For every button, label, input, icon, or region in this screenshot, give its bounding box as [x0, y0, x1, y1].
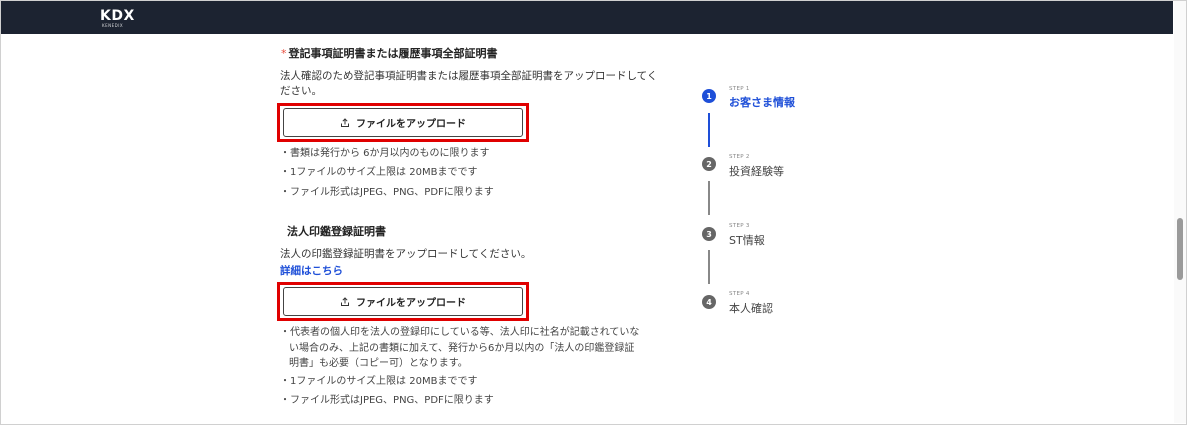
section2-note-line2: い場合のみ、上記の書類に加えて、発行から6か月以内の「法人の印鑑登録証	[289, 342, 635, 354]
kdx-logo[interactable]: KDX	[100, 9, 135, 23]
kdx-logo-sub: KENEDIX	[102, 23, 124, 28]
step3-connector	[708, 250, 710, 284]
section2-upload-label: ファイルをアップロード	[356, 298, 466, 309]
section2-description: 法人の印鑑登録証明書をアップロードしてください。	[280, 248, 532, 260]
step4-circle: 4	[702, 295, 716, 309]
section2-upload-highlight: ファイルをアップロード	[277, 282, 529, 321]
step4-small: STEP 4	[729, 291, 750, 297]
section2-note-line3: 明書」も必要（コピー可）となります。	[289, 358, 468, 369]
step1-circle: 1	[702, 89, 716, 103]
section2-note-line1: ・代表者の個人印を法人の登録印にしている等、法人印に社名が記載されていな	[280, 327, 640, 338]
step2-circle: 2	[702, 157, 716, 171]
section2-upload-button[interactable]: ファイルをアップロード	[283, 287, 523, 316]
section1-title: * 登記事項証明書または履歴事項全部証明書	[281, 45, 498, 61]
section1-desc-line1: 法人確認のため登記事項証明書または履歴事項全部証明書をアップロードしてく	[280, 70, 658, 82]
upload-icon	[341, 117, 349, 127]
step2-small: STEP 2	[729, 154, 750, 160]
scrollbar-thumb[interactable]	[1177, 218, 1183, 280]
step2-label: 投資経験等	[729, 165, 784, 178]
step1-small: STEP 1	[729, 86, 750, 92]
step3-small: STEP 3	[729, 223, 750, 229]
section1-bullet-3: ・ファイル形式はJPEG、PNG、PDFに限ります	[280, 187, 494, 198]
section1-description: 法人確認のため登記事項証明書または履歴事項全部証明書をアップロードしてく ださい…	[280, 69, 660, 99]
upload-icon	[341, 296, 349, 306]
step2-connector	[708, 181, 710, 215]
step1-label: お客さま情報	[729, 96, 795, 109]
section2-bullet-2: ・ファイル形式はJPEG、PNG、PDFに限ります	[280, 395, 494, 406]
top-header: KDX KENEDIX	[1, 1, 1173, 34]
details-link[interactable]: 詳細はこちら	[280, 263, 343, 278]
section1-bullet-2: ・1ファイルのサイズ上限は 20MBまでです	[280, 167, 478, 178]
section1-upload-highlight: ファイルをアップロード	[277, 103, 529, 142]
scrollbar-track[interactable]	[1174, 1, 1186, 423]
section1-desc-line2: ださい。	[280, 85, 322, 97]
step3-circle: 3	[702, 227, 716, 241]
step4-label: 本人確認	[729, 302, 773, 315]
section2-bullet-1: ・1ファイルのサイズ上限は 20MBまでです	[280, 376, 478, 387]
required-mark: *	[281, 47, 287, 60]
section2-note: ・代表者の個人印を法人の登録印にしている等、法人印に社名が記載されていな い場合…	[280, 325, 665, 372]
section1-upload-label: ファイルをアップロード	[356, 119, 466, 130]
step3-label: ST情報	[729, 234, 765, 247]
section1-bullet-1: ・書類は発行から 6か月以内のものに限ります	[280, 148, 490, 159]
section1-title-text: 登記事項証明書または履歴事項全部証明書	[288, 47, 498, 60]
section1-upload-button[interactable]: ファイルをアップロード	[283, 108, 523, 137]
step1-connector	[708, 113, 710, 147]
section2-title: 法人印鑑登録証明書	[287, 225, 386, 238]
